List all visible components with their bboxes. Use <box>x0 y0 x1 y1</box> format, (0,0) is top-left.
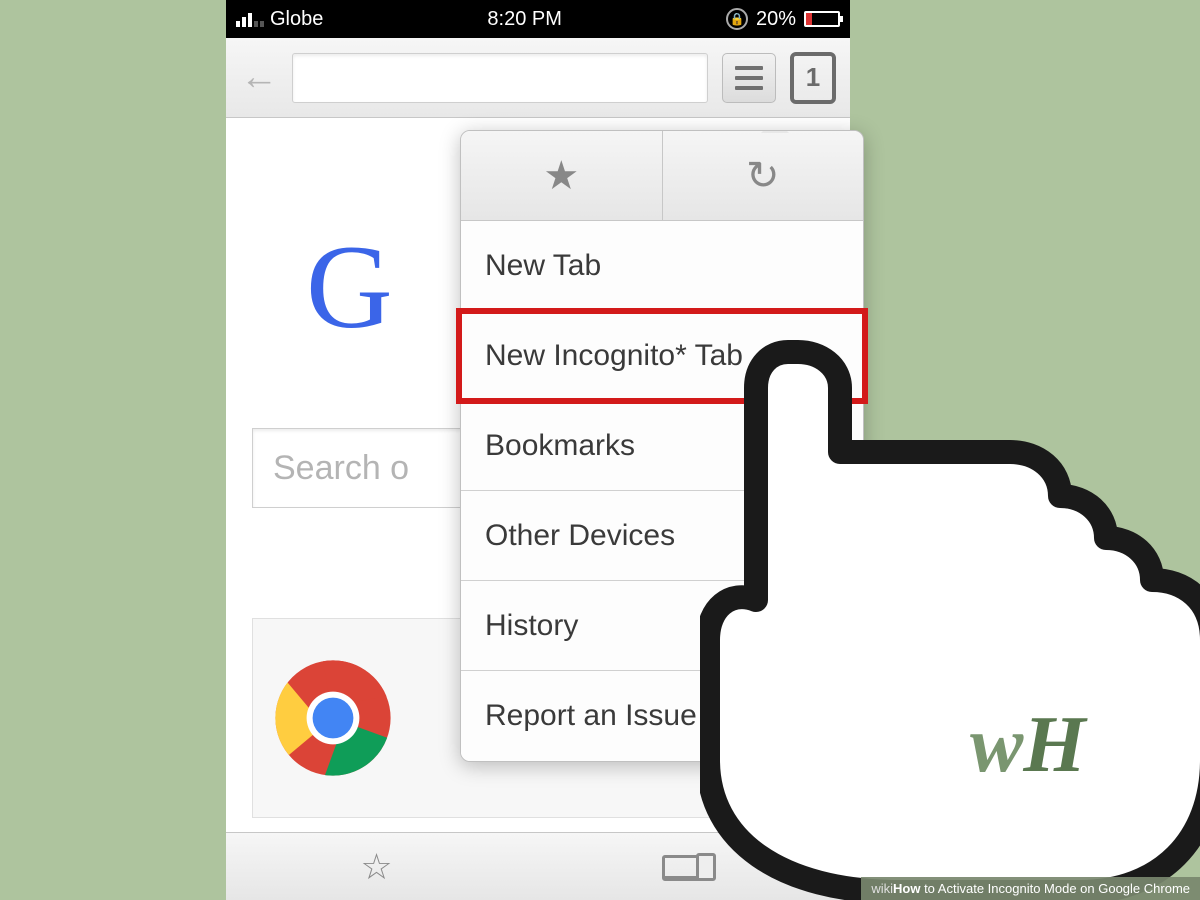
status-bar: Globe 8:20 PM 🔒 20% <box>226 0 850 38</box>
caption-rest: to Activate Incognito Mode on Google Chr… <box>920 881 1190 896</box>
menu-item-report-issue[interactable]: Report an Issue <box>461 671 863 761</box>
bookmarks-star-icon[interactable]: ☆ <box>360 846 392 888</box>
menu-item-bookmarks[interactable]: Bookmarks <box>461 401 863 491</box>
devices-icon[interactable] <box>662 853 716 881</box>
menu-top-row: ★ ↻ <box>461 131 863 221</box>
caption-how: How <box>893 881 920 896</box>
status-right: 🔒 20% <box>726 8 840 31</box>
google-logo: G <box>306 218 393 356</box>
battery-icon <box>804 11 840 27</box>
wikihow-watermark: wH <box>970 700 1086 791</box>
status-left: Globe <box>236 8 323 31</box>
menu-item-new-tab[interactable]: New Tab <box>461 221 863 311</box>
battery-pct-label: 20% <box>756 8 796 31</box>
reload-button[interactable]: ↻ <box>663 131 864 220</box>
clock-label: 8:20 PM <box>487 8 561 31</box>
tabs-button[interactable]: 1 <box>790 52 836 104</box>
address-bar-input[interactable] <box>292 53 708 103</box>
carrier-label: Globe <box>270 8 323 31</box>
bottom-toolbar: ☆ <box>226 832 850 900</box>
caption-wiki: wiki <box>871 881 893 896</box>
menu-item-history[interactable]: History <box>461 581 863 671</box>
tab-count-label: 1 <box>806 62 820 93</box>
menu-button[interactable] <box>722 53 776 103</box>
rotation-lock-icon: 🔒 <box>726 8 748 30</box>
signal-icon <box>236 11 264 27</box>
menu-item-other-devices[interactable]: Other Devices <box>461 491 863 581</box>
browser-toolbar: ← 1 <box>226 38 850 118</box>
chrome-icon <box>273 658 393 778</box>
back-button[interactable]: ← <box>240 56 278 99</box>
search-placeholder: Search o <box>273 449 409 488</box>
bookmark-star-button[interactable]: ★ <box>461 131 663 220</box>
caption-bar: wikiHow to Activate Incognito Mode on Go… <box>861 877 1200 900</box>
chrome-menu-dropdown: ★ ↻ New Tab New Incognito* Tab Bookmarks… <box>460 130 864 762</box>
menu-item-new-incognito-tab[interactable]: New Incognito* Tab <box>461 311 863 401</box>
